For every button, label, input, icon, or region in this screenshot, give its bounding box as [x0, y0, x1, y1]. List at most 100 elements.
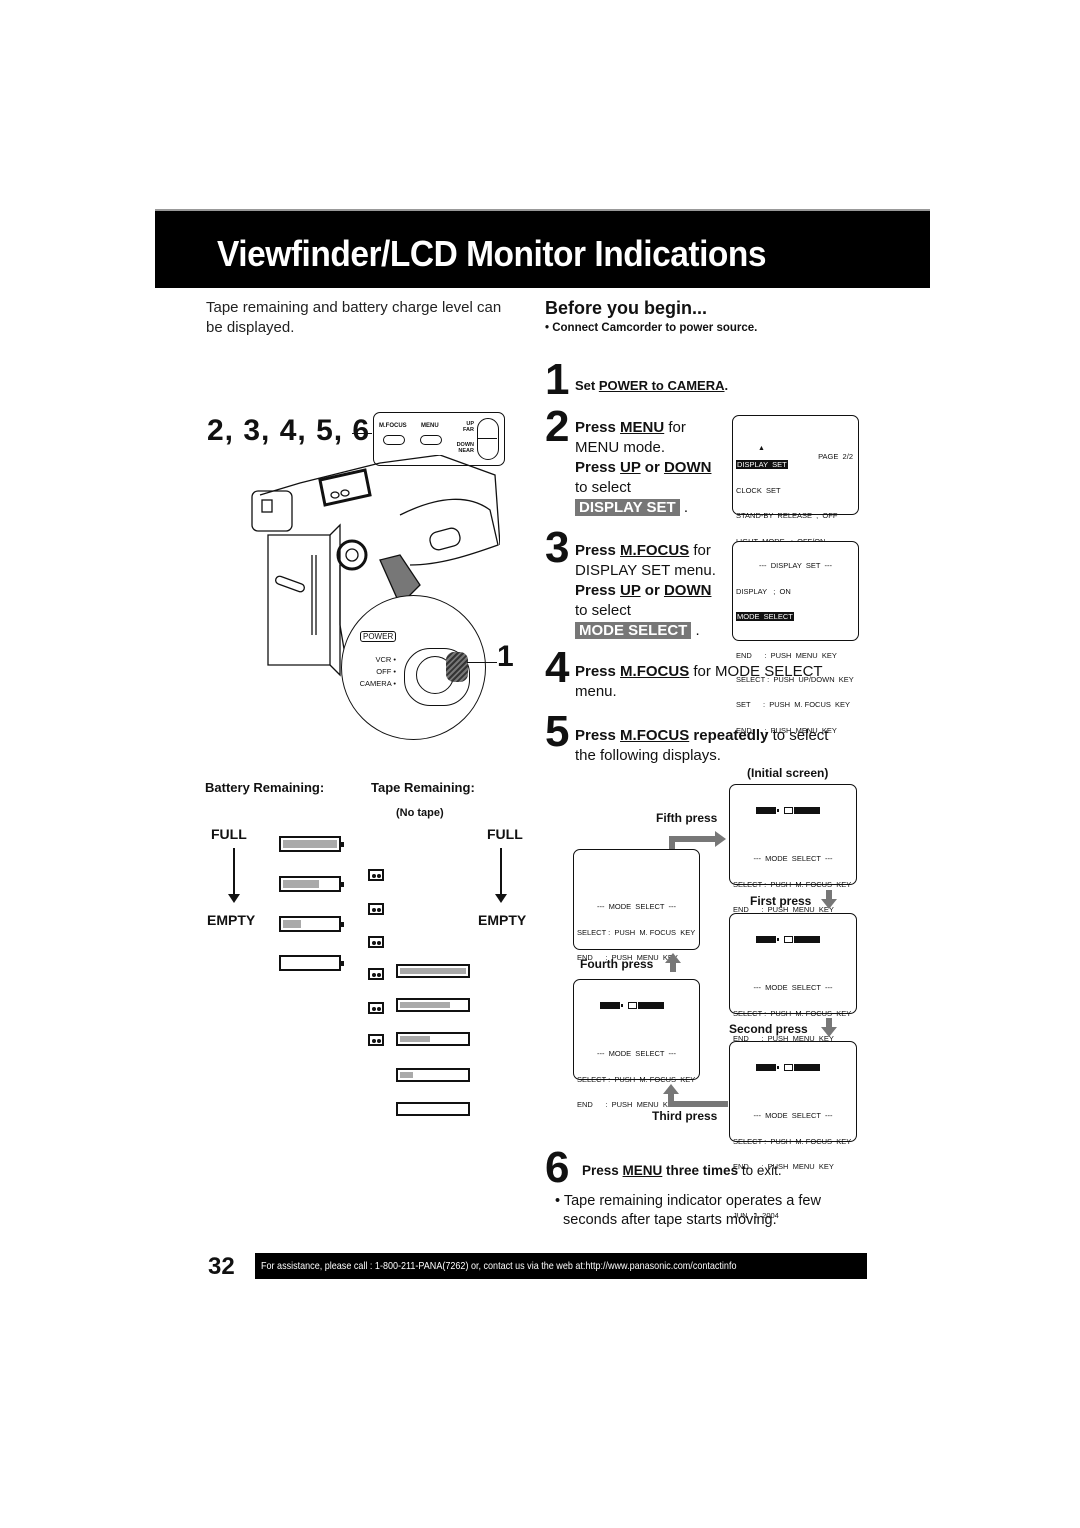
power-label: POWER	[360, 631, 397, 642]
step-2-press: Press	[575, 419, 621, 436]
step-3-press2: Press	[575, 582, 621, 599]
lcd-mode-header: --- MODE SELECT ---	[753, 854, 833, 863]
mfocus-button[interactable]	[383, 435, 405, 445]
lcd-indicators	[577, 1001, 696, 1011]
tape-cassette-icon	[368, 968, 384, 980]
lcd-indicators	[733, 935, 853, 945]
fourth-press-label: Fourth press	[580, 957, 654, 971]
tape-icon	[784, 935, 793, 943]
lcd-menu2-header: --- DISPLAY SET ---	[759, 561, 832, 570]
no-tape-label: (No tape)	[396, 807, 444, 819]
lcd-initial-screen: --- MODE SELECT --- SELECT : PUSH M. FOC…	[729, 784, 857, 980]
step-4-text: Press M.FOCUS for MODE SELECT menu.	[575, 662, 865, 702]
lcd-menu1-header: ▲ PAGE 2/2	[736, 436, 855, 461]
fifth-press-arrow-bar	[669, 836, 717, 842]
step-2-to-select: to select	[575, 479, 631, 496]
step-3-mfocus: M.FOCUS	[620, 542, 690, 559]
lcd-mode-select-line: SELECT : PUSH M. FOCUS KEY	[733, 1136, 852, 1146]
step-6-three-times: three times	[662, 1163, 739, 1178]
mfocus-label: M.FOCUS	[379, 423, 407, 429]
power-callout-line	[467, 662, 497, 663]
up-down-rocker[interactable]	[477, 418, 499, 460]
step-5-text: Press M.FOCUS repeatedly to select the f…	[575, 726, 865, 766]
tape-bar-icon	[794, 935, 820, 943]
battery-icon	[756, 806, 779, 814]
step-2-period: .	[679, 499, 689, 516]
battery-level-indicator	[279, 916, 344, 932]
tape-level-indicator	[396, 1102, 470, 1116]
initial-screen-label: (Initial screen)	[747, 766, 829, 780]
step-3-up: UP	[620, 582, 641, 599]
battery-remaining-title: Battery Remaining:	[205, 780, 325, 795]
lcd-menu-page2: ▲ PAGE 2/2 DISPLAY SET CLOCK SET STAND-B…	[732, 415, 859, 659]
lcd-mode-select-line: SELECT : PUSH M. FOCUS KEY	[577, 927, 696, 937]
callout-steps: 2, 3, 4, 5, 6	[207, 414, 371, 447]
lcd-mode-select-line: SELECT : PUSH M. FOCUS KEY	[577, 1074, 696, 1084]
step-4-line2: menu.	[575, 683, 617, 700]
tape-reel	[377, 973, 381, 977]
mode-select-highlight: MODE SELECT	[575, 622, 692, 639]
power-switch-grip[interactable]	[446, 652, 468, 682]
battery-gauge-list	[0, 0, 1080, 971]
step-3-down: DOWN	[663, 582, 712, 599]
before-you-begin-bullet: • Connect Camcorder to power source.	[545, 322, 758, 334]
lcd-mode-header: --- MODE SELECT ---	[596, 1049, 677, 1058]
step-2-for: for	[664, 419, 686, 436]
tape-icon	[784, 806, 793, 814]
tape-cassette-icon	[368, 936, 384, 948]
tape-fill	[400, 1072, 414, 1078]
tape-arrow-head	[495, 894, 507, 903]
step-2-down: DOWN	[663, 459, 712, 476]
tape-reel	[372, 1007, 376, 1011]
step-3-line2: DISPLAY SET menu.	[575, 562, 716, 579]
step-2-press2: Press	[575, 459, 621, 476]
tape-reel	[372, 908, 376, 912]
step-3-number: 3	[545, 523, 570, 572]
lcd-mode-header: --- MODE SELECT ---	[753, 983, 833, 992]
tape-reel	[372, 973, 376, 977]
first-press-label: First press	[750, 894, 812, 908]
step-3-for: for	[689, 542, 711, 559]
title-bar: Viewfinder/LCD Monitor Indications	[155, 209, 930, 288]
step-6-text: Press MENU three times to exit.	[582, 1161, 872, 1181]
lcd-panel	[267, 534, 331, 666]
tape-fill	[400, 1002, 450, 1008]
step-5-repeatedly: repeatedly	[689, 727, 769, 744]
lcd-second-press-screen: --- MODE SELECT --- SELECT : PUSH M. FOC…	[729, 1041, 857, 1219]
battery-level-indicator	[279, 836, 344, 852]
step-1-text: Set POWER to CAMERA.	[575, 376, 728, 396]
power-position-off: OFF •	[376, 667, 396, 676]
tape-arrow-line	[500, 848, 502, 898]
step-1-power-to-camera: POWER to CAMERA	[598, 378, 725, 393]
scroll-up-arrow-icon: ▲	[758, 444, 765, 452]
tape-gauge-list	[0, 64, 1080, 1116]
battery-tip	[341, 842, 344, 847]
step-1-text-a: Set	[575, 378, 599, 393]
battery-fill	[283, 840, 337, 848]
menu-button[interactable]	[420, 435, 442, 445]
step-6-number: 6	[545, 1143, 570, 1192]
tape-level-indicator	[396, 1068, 470, 1082]
step-4-press: Press	[575, 663, 621, 680]
lcd-fourth-screen: --- MODE SELECT --- SELECT : PUSH M. FOC…	[573, 979, 700, 1109]
battery-arrow-head	[228, 894, 240, 903]
fourth-press-arrow-stem	[670, 962, 676, 972]
footer-assistance-text: For assistance, please call : 1-800-211-…	[261, 1260, 737, 1272]
tape-fill	[400, 1036, 430, 1042]
lcd-indicators	[733, 806, 853, 816]
battery-icon	[756, 1063, 779, 1071]
lcd-menu1-line: CLOCK SET	[736, 485, 781, 495]
step-2-menu: MENU	[620, 419, 665, 436]
down-arrow-icon	[821, 899, 837, 909]
tape-icon	[628, 1001, 637, 1009]
battery-arrow-line	[233, 848, 235, 898]
top-button-panel	[318, 468, 372, 507]
second-press-label: Second press	[729, 1022, 808, 1036]
tape-full-label: FULL	[487, 826, 523, 842]
tape-cassette-icon	[368, 869, 384, 881]
tape-reel	[372, 941, 376, 945]
step-5-to-select: to select	[768, 727, 829, 744]
power-position-vcr: VCR •	[375, 655, 396, 664]
power-step-number: 1	[497, 640, 514, 673]
battery-icon	[600, 1001, 623, 1009]
